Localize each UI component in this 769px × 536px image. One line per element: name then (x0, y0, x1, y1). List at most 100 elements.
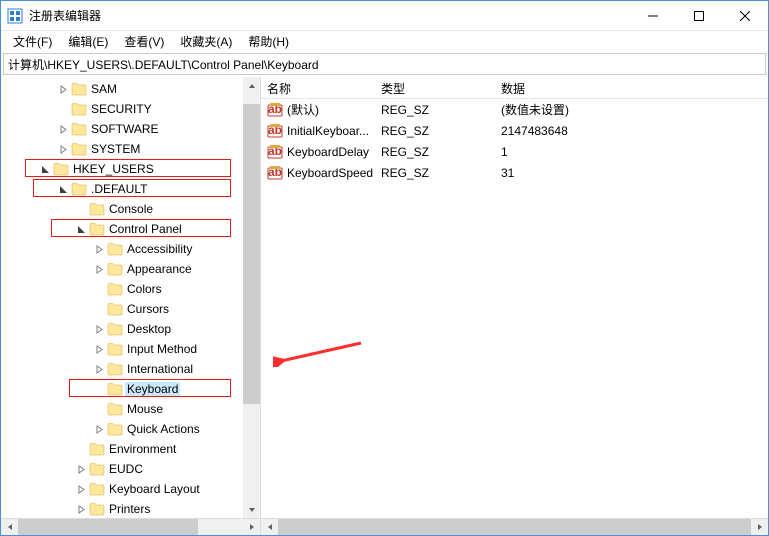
minimize-button[interactable] (630, 1, 676, 31)
tree-vertical-scrollbar[interactable] (243, 77, 260, 518)
list-body[interactable]: ab(默认)REG_SZ(数值未设置)abInitialKeyboar...RE… (261, 99, 768, 183)
column-type[interactable]: 类型 (375, 77, 495, 98)
scroll-left-button[interactable] (261, 519, 278, 536)
tree-label: Console (107, 202, 155, 216)
expand-toggle[interactable] (73, 501, 89, 517)
tree-node-accessibility[interactable]: Accessibility (1, 239, 260, 259)
expand-toggle[interactable] (55, 81, 71, 97)
scroll-down-button[interactable] (243, 501, 260, 518)
expand-spacer (91, 301, 107, 317)
tree-node-cursors[interactable]: Cursors (1, 299, 260, 319)
expand-spacer (73, 441, 89, 457)
value-name: ab(默认) (261, 101, 375, 118)
maximize-button[interactable] (676, 1, 722, 31)
scroll-right-button[interactable] (243, 519, 260, 536)
tree-node-hkey-users[interactable]: HKEY_USERS (1, 159, 260, 179)
expand-toggle[interactable] (55, 141, 71, 157)
tree-node-printers[interactable]: Printers (1, 499, 260, 518)
tree-node-keyboard[interactable]: Keyboard (1, 379, 260, 399)
annotation-arrow (273, 337, 363, 367)
tree-node-control-panel[interactable]: Control Panel (1, 219, 260, 239)
tree-label: Colors (125, 282, 164, 296)
tree-horizontal-scrollbar[interactable] (1, 518, 260, 535)
tree-label: Input Method (125, 342, 199, 356)
tree-label: Desktop (125, 322, 173, 336)
expand-toggle[interactable] (91, 341, 107, 357)
scroll-thumb[interactable] (278, 519, 751, 536)
close-button[interactable] (722, 1, 768, 31)
tree-node-system[interactable]: SYSTEM (1, 139, 260, 159)
expand-toggle[interactable] (55, 181, 71, 197)
scroll-left-button[interactable] (1, 519, 18, 536)
tree-node-keyboard-layout[interactable]: Keyboard Layout (1, 479, 260, 499)
tree-node-environment[interactable]: Environment (1, 439, 260, 459)
tree-label: Accessibility (125, 242, 194, 256)
column-data[interactable]: 数据 (495, 77, 768, 98)
value-name: abInitialKeyboar... (261, 123, 375, 139)
expand-toggle[interactable] (91, 321, 107, 337)
tree-node-mouse[interactable]: Mouse (1, 399, 260, 419)
value-type: REG_SZ (375, 103, 495, 117)
tree-node-colors[interactable]: Colors (1, 279, 260, 299)
expand-toggle[interactable] (37, 161, 53, 177)
list-row[interactable]: abInitialKeyboar...REG_SZ2147483648 (261, 120, 768, 141)
tree-node-quick-actions[interactable]: Quick Actions (1, 419, 260, 439)
value-type: REG_SZ (375, 166, 495, 180)
tree-node-software[interactable]: SOFTWARE (1, 119, 260, 139)
tree-node-input-method[interactable]: Input Method (1, 339, 260, 359)
value-data: 2147483648 (495, 124, 768, 138)
tree-node-desktop[interactable]: Desktop (1, 319, 260, 339)
expand-toggle[interactable] (91, 421, 107, 437)
column-name[interactable]: 名称 (261, 77, 375, 98)
tree-node--default[interactable]: .DEFAULT (1, 179, 260, 199)
scroll-up-button[interactable] (243, 77, 260, 94)
menu-view[interactable]: 查看(V) (116, 31, 172, 52)
scroll-track[interactable] (278, 519, 751, 536)
tree-node-console[interactable]: Console (1, 199, 260, 219)
tree-label: SOFTWARE (89, 122, 161, 136)
scroll-right-button[interactable] (751, 519, 768, 536)
menu-edit[interactable]: 编辑(E) (60, 31, 116, 52)
tree-label: Appearance (125, 262, 194, 276)
scroll-thumb[interactable] (18, 519, 198, 536)
tree-node-security[interactable]: SECURITY (1, 99, 260, 119)
list-header: 名称 类型 数据 (261, 77, 768, 99)
value-data: 31 (495, 166, 768, 180)
value-type: REG_SZ (375, 124, 495, 138)
value-type: REG_SZ (375, 145, 495, 159)
list-row[interactable]: abKeyboardDelayREG_SZ1 (261, 141, 768, 162)
tree-label: SYSTEM (89, 142, 142, 156)
tree-node-international[interactable]: International (1, 359, 260, 379)
tree-node-sam[interactable]: SAM (1, 79, 260, 99)
menu-favorites[interactable]: 收藏夹(A) (172, 31, 240, 52)
expand-toggle[interactable] (73, 461, 89, 477)
expand-spacer (55, 101, 71, 117)
value-data: (数值未设置) (495, 101, 768, 118)
scroll-track[interactable] (243, 94, 260, 501)
scroll-track[interactable] (18, 519, 243, 536)
expand-toggle[interactable] (91, 261, 107, 277)
expand-toggle[interactable] (91, 361, 107, 377)
tree-label: Keyboard (125, 382, 180, 396)
menu-file[interactable]: 文件(F) (5, 31, 60, 52)
window-controls (630, 1, 768, 31)
list-horizontal-scrollbar[interactable] (261, 518, 768, 535)
expand-toggle[interactable] (73, 481, 89, 497)
tree-label: SECURITY (89, 102, 154, 116)
list-row[interactable]: ab(默认)REG_SZ(数值未设置) (261, 99, 768, 120)
tree-label: Quick Actions (125, 422, 202, 436)
address-bar[interactable]: 计算机\HKEY_USERS\.DEFAULT\Control Panel\Ke… (3, 53, 766, 75)
tree-view[interactable]: SAM SECURITY SOFTWARE SYSTEM HKEY_USERS.DEFA… (1, 77, 260, 518)
list-panel: 名称 类型 数据 ab(默认)REG_SZ(数值未设置)abInitialKey… (261, 77, 768, 535)
tree-label: Environment (107, 442, 178, 456)
expand-toggle[interactable] (73, 221, 89, 237)
scroll-thumb[interactable] (243, 104, 260, 404)
expand-toggle[interactable] (91, 241, 107, 257)
tree-label: Cursors (125, 302, 171, 316)
tree-node-appearance[interactable]: Appearance (1, 259, 260, 279)
list-row[interactable]: abKeyboardSpeedREG_SZ31 (261, 162, 768, 183)
menu-help[interactable]: 帮助(H) (240, 31, 297, 52)
tree-label: International (125, 362, 195, 376)
expand-toggle[interactable] (55, 121, 71, 137)
tree-node-eudc[interactable]: EUDC (1, 459, 260, 479)
